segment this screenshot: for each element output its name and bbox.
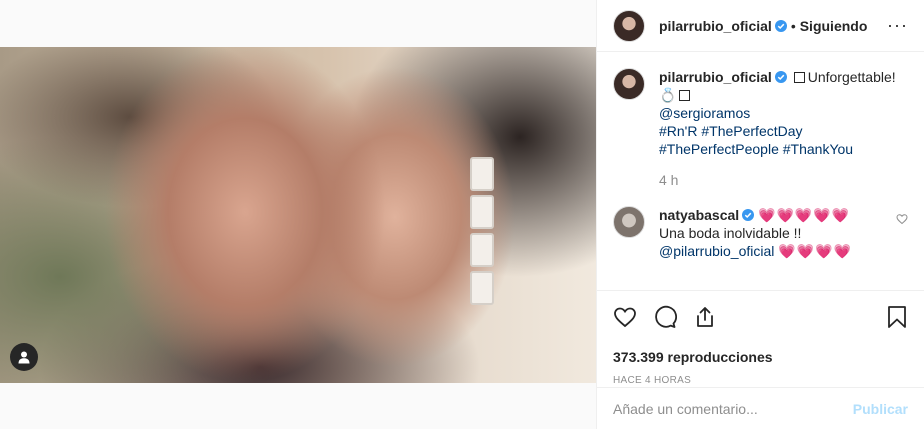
caption: pilarrubio_oficial Unforgettable! 💍 @ser… (613, 68, 908, 158)
heart-icon[interactable] (613, 305, 637, 329)
commenter-avatar[interactable] (613, 206, 645, 238)
caption-author-avatar[interactable] (613, 68, 645, 100)
publish-button[interactable]: Publicar (853, 401, 908, 417)
comment-mention-link[interactable]: @pilarrubio_oficial (659, 243, 774, 259)
separator-dot: • (790, 17, 796, 34)
comment-icon[interactable] (653, 305, 677, 329)
video-frame-earring (470, 157, 496, 317)
bookmark-icon[interactable] (886, 305, 908, 329)
caption-text: Unforgettable! (807, 69, 896, 85)
post-actions: 373.399 reproducciones HACE 4 HORAS (597, 290, 924, 386)
verified-badge-icon (742, 209, 755, 221)
emoji-placeholder-icon (679, 90, 691, 101)
emoji-placeholder-icon (793, 72, 805, 83)
comment-text: Una boda inolvidable !! (659, 225, 802, 241)
author-username[interactable]: pilarrubio_oficial (659, 18, 772, 34)
post-side-panel: pilarrubio_oficial • Siguiendo ··· pilar… (596, 0, 924, 429)
post-video[interactable] (0, 47, 596, 383)
post-header: pilarrubio_oficial • Siguiendo ··· (597, 0, 924, 52)
verified-badge-icon (774, 19, 787, 32)
hearts-emoji: 💗💗💗💗💗 (758, 207, 851, 223)
comments-list: pilarrubio_oficial Unforgettable! 💍 @ser… (597, 52, 924, 289)
post-date[interactable]: HACE 4 HORAS (613, 375, 908, 386)
more-options-icon[interactable]: ··· (887, 15, 908, 36)
caption-author-username[interactable]: pilarrubio_oficial (659, 69, 772, 85)
comment-item: natyabascal 💗💗💗💗💗 Una boda inolvidable !… (613, 206, 908, 260)
add-comment-bar: Publicar (597, 387, 924, 429)
author-avatar[interactable] (613, 9, 645, 42)
user-tag-icon[interactable] (10, 343, 38, 371)
action-icons (613, 303, 908, 331)
hearts-emoji-trailing: 💗💗💗💗 (778, 243, 853, 259)
verified-badge-icon (774, 71, 787, 83)
following-button[interactable]: Siguiendo (800, 18, 868, 34)
commenter-username[interactable]: natyabascal (659, 207, 739, 223)
ring-emoji: 💍 (659, 87, 677, 103)
media-pane (0, 0, 596, 429)
hashtags-line-1[interactable]: #Rn'R #ThePerfectDay (659, 123, 803, 139)
share-icon[interactable] (693, 305, 717, 329)
mention-link[interactable]: @sergioramos (659, 105, 750, 121)
view-count[interactable]: 373.399 reproducciones (613, 349, 908, 365)
comment-like-heart-icon[interactable] (896, 206, 908, 260)
caption-timestamp[interactable]: 4 h (659, 172, 908, 188)
hashtags-line-2[interactable]: #ThePerfectPeople #ThankYou (659, 141, 853, 157)
comment-input[interactable] (613, 400, 853, 417)
